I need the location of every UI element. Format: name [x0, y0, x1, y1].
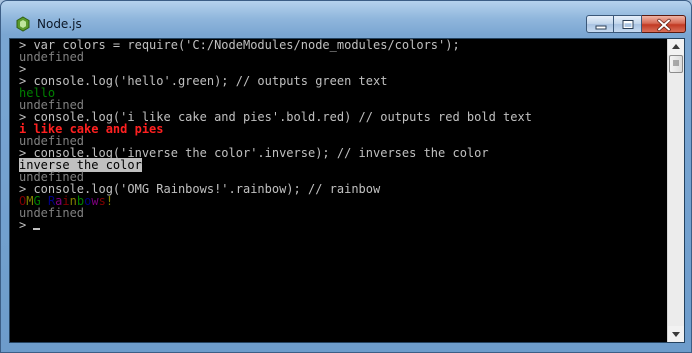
- close-icon: [657, 18, 671, 32]
- console-output-rainbow: OMG Rainbows!: [19, 194, 114, 208]
- scroll-up-button[interactable]: [668, 39, 684, 55]
- console-input-line: > console.log('OMG Rainbows!'.rainbow); …: [19, 182, 381, 196]
- prompt-text: >: [19, 218, 34, 232]
- console-output-undefined: undefined: [19, 206, 85, 220]
- console-client-area: > var colors = require('C:/NodeModules/n…: [9, 38, 685, 343]
- arrow-up-icon: [672, 44, 680, 49]
- console-prompt: >: [19, 219, 667, 231]
- minimize-button[interactable]: [586, 15, 614, 33]
- scroll-down-button[interactable]: [668, 326, 684, 342]
- minimize-icon: [595, 25, 607, 30]
- text-cursor: [33, 228, 41, 230]
- console-output[interactable]: > var colors = require('C:/NodeModules/n…: [10, 39, 667, 342]
- console-input-line: > var colors = require('C:/NodeModules/n…: [19, 39, 460, 52]
- window-bottom-frame: [1, 342, 691, 352]
- console-output-red-bold: i like cake and pies: [19, 122, 164, 136]
- window-title: Node.js: [37, 17, 82, 31]
- grip-icon: [673, 60, 679, 66]
- console-output-undefined: undefined: [19, 50, 85, 64]
- console-output-inverse: inverse the color: [19, 158, 667, 172]
- maximize-icon: [622, 20, 634, 29]
- nodejs-hexagon-icon: [15, 16, 31, 32]
- arrow-down-icon: [672, 332, 680, 337]
- scroll-thumb[interactable]: [669, 55, 683, 73]
- console-input-line: > console.log('hello'.green); // outputs…: [19, 74, 388, 88]
- console-output-green: hello: [19, 86, 56, 100]
- vertical-scrollbar[interactable]: [667, 39, 684, 342]
- window-controls: [586, 15, 686, 33]
- maximize-button[interactable]: [614, 15, 642, 33]
- title-bar[interactable]: Node.js: [1, 1, 691, 37]
- close-button[interactable]: [642, 15, 686, 33]
- console-window: Node.js > var colors = require('C:/NodeM…: [0, 0, 692, 353]
